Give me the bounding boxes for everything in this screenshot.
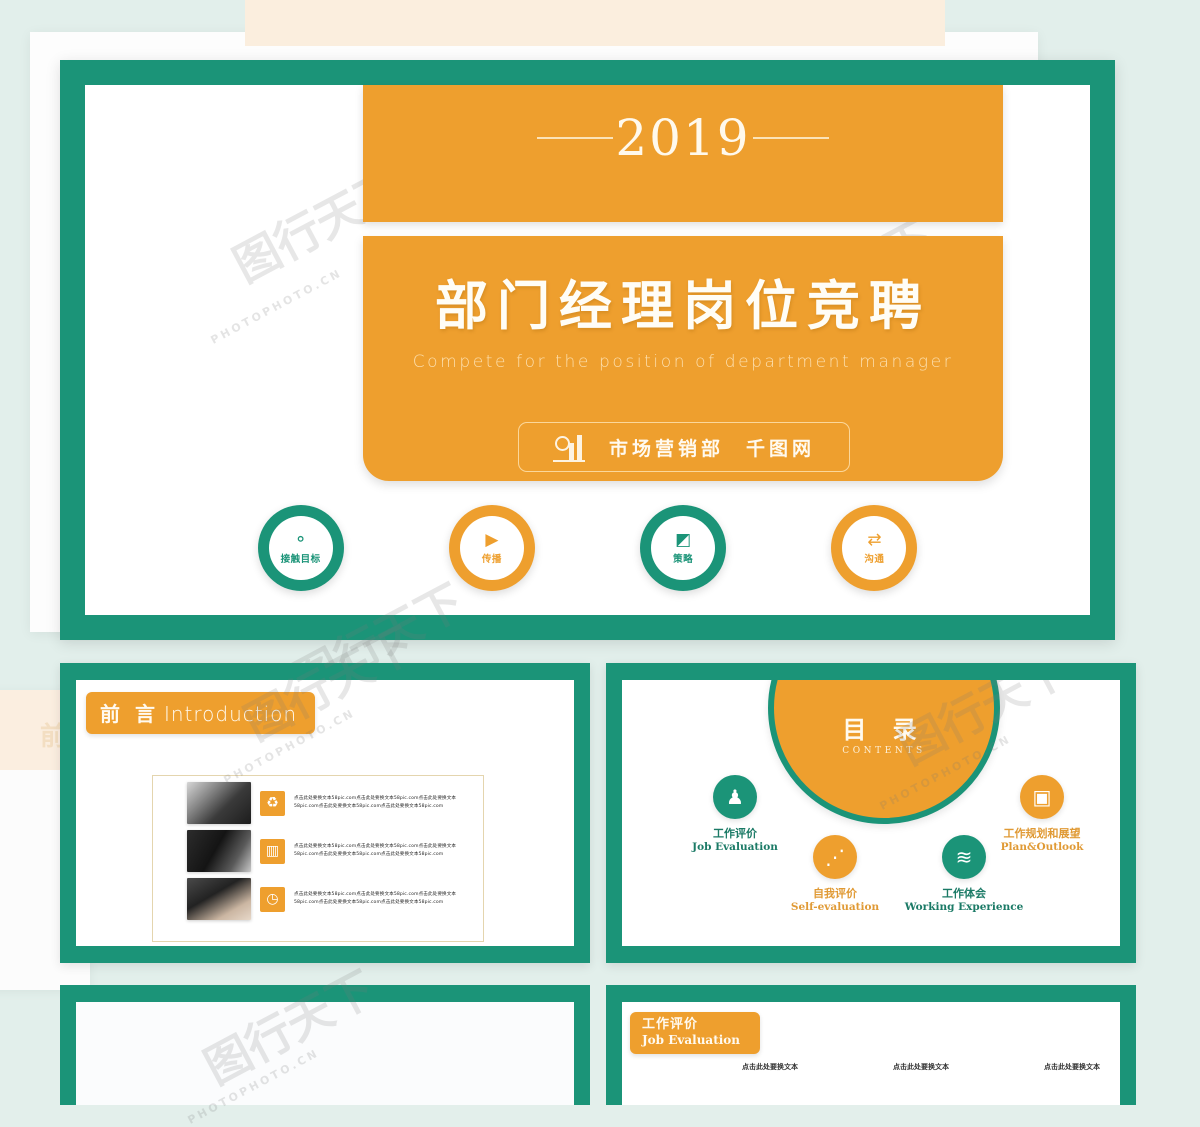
toc-label-en: Self-evaluation [790,901,880,913]
year-banner: 2019 [363,85,1003,222]
circle-inner: ◩ 策略 [651,516,716,580]
circle-item-strategy[interactable]: ◩ 策略 [640,505,727,591]
page-title: 部门经理岗位竞聘 [435,276,931,337]
circle-label: 接触目标 [280,553,321,565]
list-item[interactable]: ♻ 点击此处要换文本58pic.com点击此处要换文本58pic.com点击此处… [153,776,483,824]
department-badge[interactable]: 市场营销部 千图网 [518,422,850,472]
section-tag-en: Introduction [163,702,298,726]
person-standing-icon: ♟ [713,775,757,819]
slide-contents-canvas: 目 录 CONTENTS ♟ 工作评价 Job Evaluation ⋰ 自我评… [622,680,1120,946]
slide-title-canvas: ⚬ 接触目标 ▶ 传播 ◩ 策略 ⇄ 沟通 2019 部门经理岗位竞聘 Comp… [85,85,1090,708]
hand-phone-photo [187,878,251,920]
contents-title-cn: 目 录 [842,715,926,744]
desk-laptop-photo [187,830,251,872]
slide-next-left[interactable]: 图行天下 PHOTOPHOTO.CN [60,961,590,1127]
list-item[interactable]: ▥ 点击此处要换文本58pic.com点击此处要换文本58pic.com点击此处… [153,824,483,872]
chip-icon: ▣ [1020,775,1064,819]
people-exchange-icon: ⇄ [867,529,882,550]
slide-contents[interactable]: 目 录 CONTENTS ♟ 工作评价 Job Evaluation ⋰ 自我评… [606,663,1136,963]
toc-label-en: Working Experience [904,901,1024,913]
section-tag-job-evaluation: 工作评价 Job Evaluation [630,1012,761,1055]
title-banner: 部门经理岗位竞聘 Compete for the position of dep… [363,236,1003,481]
circle-label: 传播 [481,553,502,565]
title-circle-row: ⚬ 接触目标 ▶ 传播 ◩ 策略 ⇄ 沟通 [85,505,1090,591]
circle-inner: ⚬ 接触目标 [268,516,333,580]
introduction-card: ♻ 点击此处要换文本58pic.com点击此处要换文本58pic.com点击此处… [152,775,484,942]
circle-label: 策略 [673,553,694,565]
job-evaluation-columns: 点击此处要换文本 点击此处要换文本 点击此处要换文本 [742,1062,1100,1072]
film-play-icon: ▶ [485,529,499,550]
presentation-board-icon: ◩ [675,529,692,550]
section-tag-en: Job Evaluation [642,1033,741,1048]
slide-title[interactable]: ⚬ 接触目标 ▶ 传播 ◩ 策略 ⇄ 沟通 2019 部门经理岗位竞聘 Comp… [60,60,1115,708]
bar-chart-icon: ▥ [260,838,285,864]
circle-label: 沟通 [864,553,885,565]
section-tag-cn: 工作评价 [642,1017,699,1032]
page-subtitle: Compete for the position of department m… [412,352,954,372]
network-nodes-icon: ⚬ [293,529,308,550]
list-item-text: 点击此处要换文本58pic.com点击此处要换文本58pic.com点击此处要换… [294,843,457,857]
slide-next-left-canvas: 图行天下 PHOTOPHOTO.CN [76,961,574,1127]
column-placeholder: 点击此处要换文本 [1044,1063,1100,1071]
watermark-text: PHOTOPHOTO.CN [208,266,345,347]
source-name: 千图网 [746,437,816,460]
bar-chart-magnifier-icon [552,432,587,462]
year-text: 2019 [615,109,751,167]
slide-job-evaluation-canvas: 工作评价 Job Evaluation 点击此处要换文本 点击此处要换文本 点击… [622,1002,1120,1105]
toc-item-self-evaluation[interactable]: ⋰ 自我评价 Self-evaluation [770,835,900,913]
contents-title-en: CONTENTS [842,746,926,756]
circle-item-contact-target[interactable]: ⚬ 接触目标 [257,505,344,591]
list-item[interactable]: ◷ 点击此处要换文本58pic.com点击此处要换文本58pic.com点击此处… [153,872,483,920]
backdrop-cream-strip [245,0,945,46]
circle-inner: ⇄ 沟通 [842,516,907,580]
recycle-icon: ♻ [260,790,285,816]
slide-introduction[interactable]: 前 言 Introduction ♻ 点击此处要换文本58pic.com点击此处要… [60,617,590,963]
circle-item-communication-spread[interactable]: ▶ 传播 [448,505,535,591]
watermark-text: PHOTOPHOTO.CN [185,1046,322,1127]
slide-job-evaluation[interactable]: 工作评价 Job Evaluation 点击此处要换文本 点击此处要换文本 点击… [606,985,1136,1105]
search-clock-icon: ◷ [260,886,285,912]
section-tag-introduction: 前 言 Introduction [86,692,316,734]
circle-inner: ▶ 传播 [459,516,524,580]
toc-label-cn: 自我评价 [813,887,857,900]
circle-item-communicate[interactable]: ⇄ 沟通 [831,505,918,591]
section-tag-cn: 前 言 [100,702,159,726]
column-placeholder: 点击此处要换文本 [742,1063,798,1071]
list-item-text: 点击此处要换文本58pic.com点击此处要换文本58pic.com点击此处要换… [294,891,457,905]
node-graph-icon: ⋰ [813,835,857,879]
toc-label-cn: 工作体会 [942,887,986,900]
column-placeholder: 点击此处要换文本 [893,1063,949,1071]
slide-introduction-canvas: 前 言 Introduction ♻ 点击此处要换文本58pic.com点击此处要… [76,617,574,946]
toc-label-en: Plan&Outlook [1000,841,1084,853]
year-rule-left [537,137,613,139]
department-name: 市场营销部 [608,437,724,460]
toc-item-plan-outlook[interactable]: ▣ 工作规划和展望 Plan&Outlook [972,775,1112,853]
toc-label-cn: 工作规划和展望 [1003,827,1081,840]
contents-dome: 目 录 CONTENTS [768,680,1000,824]
laptop-keyboard-photo [187,782,251,824]
year-rule-right [753,137,829,139]
list-item-text: 点击此处要换文本58pic.com点击此处要换文本58pic.com点击此处要换… [294,795,457,809]
